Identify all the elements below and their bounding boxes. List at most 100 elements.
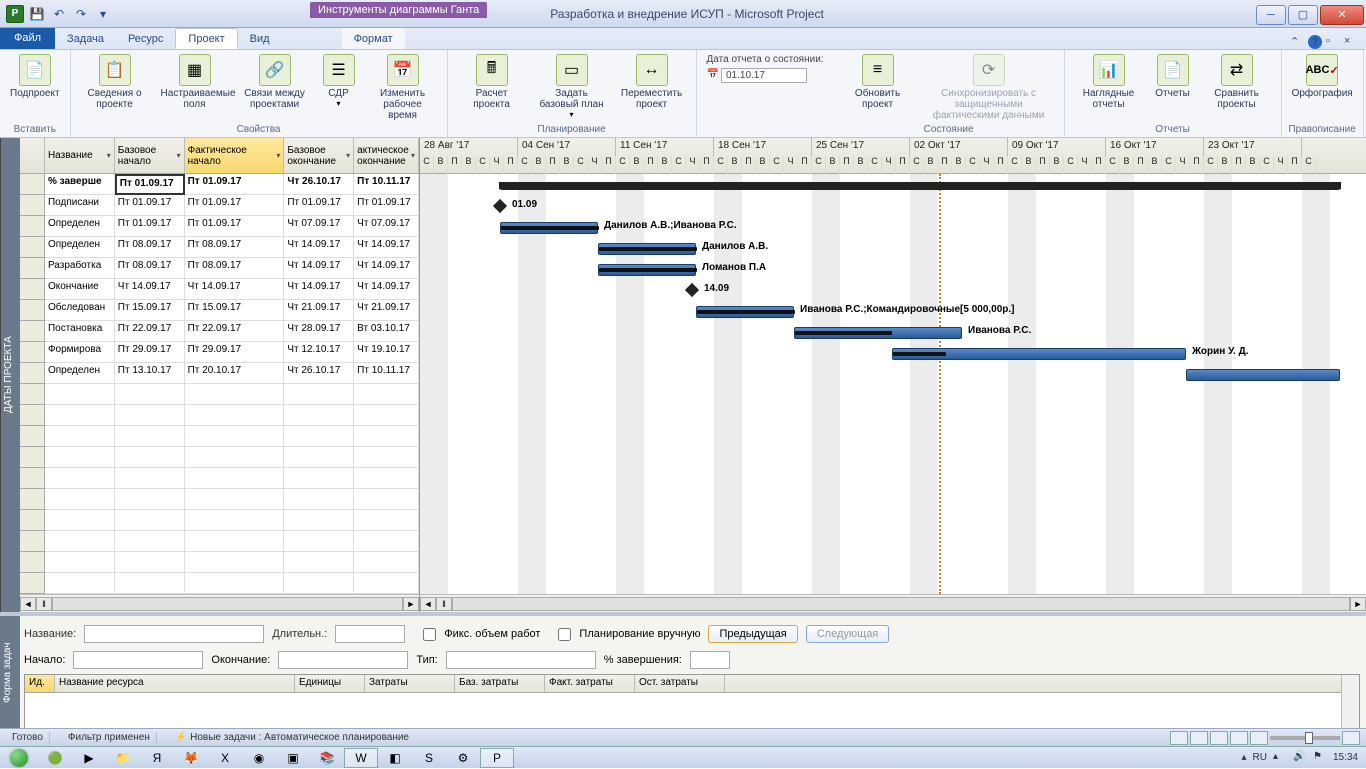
table-row[interactable]: ОпределенПт 13.10.17Пт 20.10.17Чт 26.10.… <box>20 363 419 384</box>
taskbar-yandex-icon[interactable]: Я <box>140 748 174 768</box>
taskbar-word-icon[interactable]: W <box>344 748 378 768</box>
finish-field[interactable] <box>278 651 408 669</box>
tab-format[interactable]: Формат <box>342 28 405 49</box>
custom-fields-button[interactable]: ▦Настраиваемые поля <box>157 52 233 112</box>
baseline-button[interactable]: ▭Задать базовый план▾ <box>534 52 610 121</box>
reports-button[interactable]: 📄Отчеты <box>1151 52 1195 101</box>
table-row[interactable]: ОпределенПт 01.09.17Пт 01.09.17Чт 07.09.… <box>20 216 419 237</box>
pct-field[interactable] <box>690 651 730 669</box>
ribbon-minimize-icon[interactable]: ⌃ <box>1290 35 1304 49</box>
view-usage-icon[interactable] <box>1190 731 1208 745</box>
help-icon[interactable]: ? <box>1308 35 1322 49</box>
spelling-button[interactable]: ABC✓Орфография <box>1288 52 1357 101</box>
fixed-work-checkbox[interactable] <box>423 628 436 641</box>
tab-task[interactable]: Задача <box>55 28 116 49</box>
update-project-button[interactable]: ≡Обновить проект <box>840 52 916 112</box>
qat-more-icon[interactable]: ▾ <box>94 5 112 23</box>
table-row[interactable]: ОбследованПт 15.09.17Пт 15.09.17Чт 21.09… <box>20 300 419 321</box>
table-row[interactable] <box>20 489 419 510</box>
close-doc-icon[interactable]: × <box>1344 35 1358 49</box>
taskbar-winrar-icon[interactable]: 📚 <box>310 748 344 768</box>
previous-button[interactable]: Предыдущая <box>708 625 797 643</box>
taskbar-chrome2-icon[interactable]: ◉ <box>242 748 276 768</box>
project-info-button[interactable]: 📋Сведения о проекте <box>77 52 153 112</box>
visual-reports-button[interactable]: 📊Наглядные отчеты <box>1071 52 1147 112</box>
taskbar-media-icon[interactable]: ▶ <box>72 748 106 768</box>
task-bar[interactable] <box>598 243 696 255</box>
table-row[interactable]: % завершеПт 01.09.17Пт 01.09.17Чт 26.10.… <box>20 174 419 195</box>
tab-view[interactable]: Вид <box>238 28 282 49</box>
taskbar-chrome-icon[interactable]: 🟢 <box>38 748 72 768</box>
task-bar[interactable] <box>794 327 962 339</box>
view-gantt-icon[interactable] <box>1170 731 1188 745</box>
tray-up-icon[interactable]: ▴ <box>1241 752 1246 763</box>
status-date-value[interactable]: 01.10.17 <box>721 68 807 83</box>
task-bar[interactable] <box>1186 369 1340 381</box>
summary-bar[interactable] <box>500 182 1340 190</box>
manual-checkbox[interactable] <box>558 628 571 641</box>
taskbar-app2-icon[interactable]: ◧ <box>378 748 412 768</box>
zoom-slider[interactable] <box>1305 732 1313 744</box>
table-row[interactable]: ОкончаниеЧт 14.09.17Чт 14.09.17Чт 14.09.… <box>20 279 419 300</box>
start-button[interactable] <box>0 747 38 769</box>
tab-project[interactable]: Проект <box>175 28 237 49</box>
tray-time[interactable]: 15:34 <box>1333 752 1358 763</box>
compare-projects-button[interactable]: ⇄Сравнить проекты <box>1199 52 1275 112</box>
left-vertical-tab[interactable]: ДАТЫ ПРОЕКТА <box>0 138 20 612</box>
tray-lang[interactable]: RU <box>1253 752 1267 763</box>
restore-window-icon[interactable]: ▫ <box>1326 35 1340 49</box>
taskbar-skype-icon[interactable]: S <box>412 748 446 768</box>
table-row[interactable] <box>20 405 419 426</box>
table-row[interactable] <box>20 531 419 552</box>
column-header[interactable]: Базовое окончание▾ <box>284 138 354 173</box>
tray-sound-icon[interactable]: 🔊 <box>1293 751 1307 765</box>
tray-flag-icon[interactable]: ⚑ <box>1313 751 1327 765</box>
calendar-small-icon[interactable]: 📅 <box>707 69 719 80</box>
column-header[interactable]: Базовое начало▾ <box>115 138 185 173</box>
task-bar[interactable] <box>892 348 1186 360</box>
minimize-button[interactable]: ─ <box>1256 5 1286 25</box>
table-row[interactable] <box>20 447 419 468</box>
table-row[interactable]: ПостановкаПт 22.09.17Пт 22.09.17Чт 28.09… <box>20 321 419 342</box>
column-header[interactable] <box>20 138 45 173</box>
redo-icon[interactable]: ↷ <box>72 5 90 23</box>
taskbar-project-icon[interactable]: P <box>480 748 514 768</box>
table-row[interactable] <box>20 573 419 594</box>
subproject-button[interactable]: 📄Подпроект <box>6 52 64 101</box>
project-links-button[interactable]: 🔗Связи между проектами <box>237 52 313 112</box>
view-team-icon[interactable] <box>1210 731 1228 745</box>
taskbar-excel-icon[interactable]: X <box>208 748 242 768</box>
taskbar-app1-icon[interactable]: ▣ <box>276 748 310 768</box>
table-row[interactable]: ФормироваПт 29.09.17Пт 29.09.17Чт 12.10.… <box>20 342 419 363</box>
maximize-button[interactable]: ▢ <box>1288 5 1318 25</box>
table-row[interactable] <box>20 510 419 531</box>
task-bar[interactable] <box>500 222 598 234</box>
task-bar[interactable] <box>696 306 794 318</box>
column-header[interactable]: Фактическое начало▾ <box>185 138 285 173</box>
form-vertical-tab[interactable]: Форма задач <box>0 616 20 730</box>
view-resource-icon[interactable] <box>1230 731 1248 745</box>
table-row[interactable] <box>20 552 419 573</box>
table-row[interactable] <box>20 426 419 447</box>
resource-scroll[interactable] <box>1341 675 1359 729</box>
name-field[interactable] <box>84 625 264 643</box>
wbs-button[interactable]: ☰СДР▾ <box>317 52 361 110</box>
close-button[interactable]: ✕ <box>1320 5 1364 25</box>
gantt-body[interactable]: 01.09Данилов А.В.;Иванова Р.С.Данилов А.… <box>420 174 1366 594</box>
table-row[interactable]: ОпределенПт 08.09.17Пт 08.09.17Чт 14.09.… <box>20 237 419 258</box>
taskbar-app3-icon[interactable]: ⚙ <box>446 748 480 768</box>
table-row[interactable]: РазработкаПт 08.09.17Пт 08.09.17Чт 14.09… <box>20 258 419 279</box>
taskbar-explorer-icon[interactable]: 📁 <box>106 748 140 768</box>
table-row[interactable]: ПодписаниПт 01.09.17Пт 01.09.17Пт 01.09.… <box>20 195 419 216</box>
column-header[interactable]: актическое окончание▾ <box>354 138 419 173</box>
duration-field[interactable] <box>335 625 405 643</box>
table-row[interactable] <box>20 468 419 489</box>
tray-network-icon[interactable]: ▴ <box>1273 751 1287 765</box>
type-field[interactable] <box>446 651 596 669</box>
task-bar[interactable] <box>598 264 696 276</box>
undo-icon[interactable]: ↶ <box>50 5 68 23</box>
change-worktime-button[interactable]: 📅Изменить рабочее время <box>365 52 441 123</box>
next-button[interactable]: Следующая <box>806 625 890 643</box>
file-tab[interactable]: Файл <box>0 27 55 49</box>
calculate-button[interactable]: 🖩Расчет проекта <box>454 52 530 112</box>
